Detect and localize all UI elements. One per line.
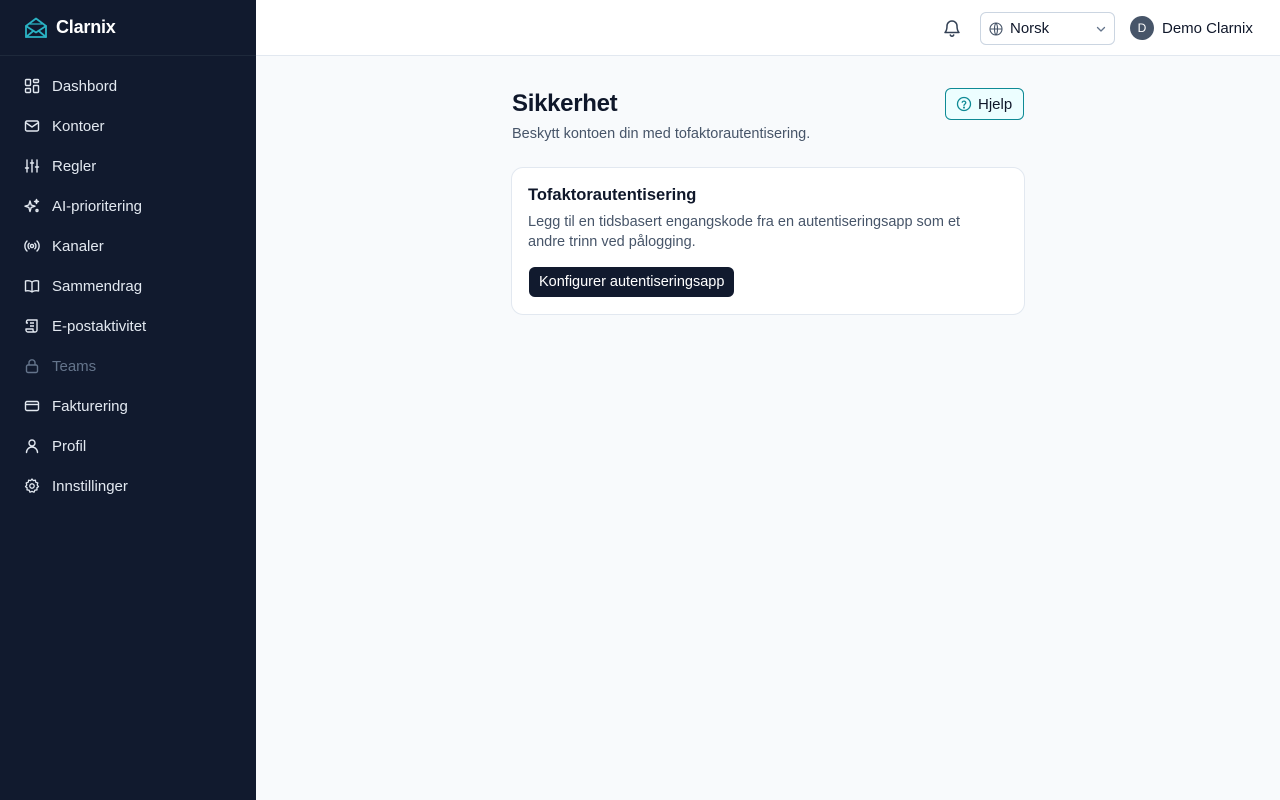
sidebar-nav: Dashbord Kontoer Regler AI-prioritering … — [0, 56, 256, 506]
book-icon — [24, 278, 40, 294]
two-factor-card: Tofaktorautentisering Legg til en tidsba… — [511, 167, 1025, 315]
sidebar-item-profil[interactable]: Profil — [0, 426, 256, 466]
sidebar-item-e-postaktivitet[interactable]: E-postaktivitet — [0, 306, 256, 346]
globe-icon — [989, 21, 1003, 36]
main-content: Sikkerhet Beskytt kontoen din med tofakt… — [256, 56, 1280, 800]
brand-name: Clarnix — [56, 17, 116, 37]
language-select[interactable]: Norsk — [980, 12, 1115, 45]
sidebar-item-label: Profil — [52, 437, 87, 455]
help-button-label: Hjelp — [978, 95, 1013, 113]
credit-card-icon — [24, 398, 40, 414]
brand[interactable]: Clarnix — [0, 0, 256, 56]
sidebar-item-label: E-postaktivitet — [52, 317, 147, 335]
sidebar-item-kontoer[interactable]: Kontoer — [0, 106, 256, 146]
sidebar-item-fakturering[interactable]: Fakturering — [0, 386, 256, 426]
lock-icon — [24, 358, 40, 374]
sidebar-item-teams: Teams — [0, 346, 256, 386]
sidebar-item-regler[interactable]: Regler — [0, 146, 256, 186]
sidebar-item-label: Innstillinger — [52, 477, 128, 495]
sidebar-item-dashbord[interactable]: Dashbord — [0, 66, 256, 106]
user-name: Demo Clarnix — [1162, 19, 1253, 37]
avatar: D — [1130, 16, 1154, 40]
sidebar-item-label: Regler — [52, 157, 97, 175]
dashboard-icon — [24, 78, 40, 94]
card-description: Legg til en tidsbasert engangskode fra e… — [528, 214, 961, 250]
help-circle-icon — [956, 96, 972, 112]
sidebar-item-label: Sammendrag — [52, 277, 143, 295]
language-select-value: Norsk — [1010, 20, 1050, 37]
page-subtitle: Beskytt kontoen din med tofaktorautentis… — [512, 126, 811, 142]
sidebar-item-label: Kontoer — [52, 117, 105, 135]
sidebar: Clarnix Dashbord Kontoer Regler AI-prior… — [0, 0, 256, 800]
sparkles-icon — [24, 198, 40, 214]
scroll-icon — [24, 318, 40, 334]
help-button[interactable]: Hjelp — [945, 88, 1024, 120]
user-icon — [24, 438, 40, 454]
gear-icon — [24, 478, 40, 494]
sidebar-item-label: Kanaler — [52, 237, 104, 255]
top-bar: Norsk D Demo Clarnix — [256, 0, 1280, 56]
radio-icon — [24, 238, 40, 254]
chevron-down-icon — [1095, 23, 1107, 35]
sidebar-item-innstillinger[interactable]: Innstillinger — [0, 466, 256, 506]
card-title: Tofaktorautentisering — [528, 186, 697, 204]
mail-open-logo-icon — [24, 16, 48, 40]
configure-authenticator-button[interactable]: Konfigurer autentiseringsapp — [529, 267, 735, 297]
mail-icon — [24, 118, 40, 134]
sidebar-item-kanaler[interactable]: Kanaler — [0, 226, 256, 266]
sidebar-item-sammendrag[interactable]: Sammendrag — [0, 266, 256, 306]
notifications-bell-icon[interactable] — [940, 16, 964, 40]
sidebar-item-label: Teams — [52, 357, 97, 375]
user-menu[interactable]: D Demo Clarnix — [1130, 16, 1253, 40]
sliders-icon — [24, 158, 40, 174]
sidebar-item-label: Fakturering — [52, 397, 128, 415]
sidebar-item-ai-prioritering[interactable]: AI-prioritering — [0, 186, 256, 226]
page-title: Sikkerhet — [512, 90, 618, 117]
sidebar-item-label: Dashbord — [52, 77, 118, 95]
sidebar-item-label: AI-prioritering — [52, 197, 143, 215]
